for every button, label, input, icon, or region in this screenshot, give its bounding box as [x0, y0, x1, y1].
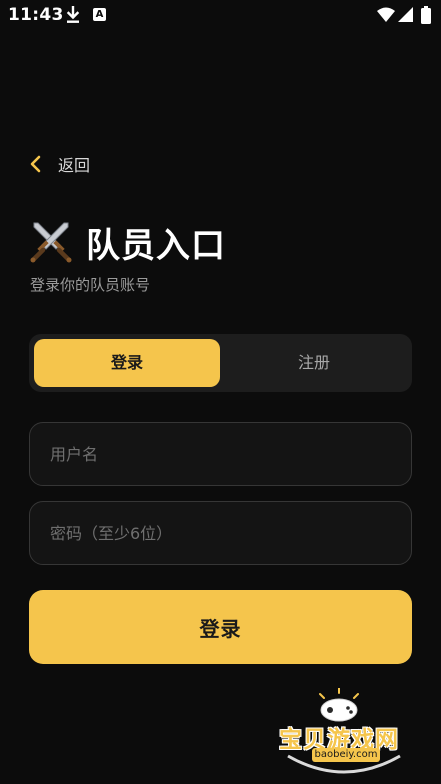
auth-mode-tabs: 登录 注册: [29, 334, 412, 392]
tab-register[interactable]: 注册: [221, 339, 407, 387]
tab-login[interactable]: 登录: [34, 339, 220, 387]
signal-icon: [398, 7, 413, 22]
watermark-arc: [287, 754, 401, 774]
back-button[interactable]: 返回: [28, 150, 90, 178]
page-title: 队员入口: [86, 225, 226, 266]
watermark: 宝贝游戏网 baobeiy.com: [264, 684, 414, 780]
chevron-left-icon: [30, 155, 41, 173]
crossed-swords-icon: [30, 222, 72, 263]
status-bar: 11:43 A: [0, 0, 441, 32]
login-submit-button[interactable]: 登录: [29, 590, 412, 664]
wifi-icon: [377, 7, 395, 22]
username-field-container: [29, 422, 412, 486]
text-badge-icon: A: [93, 8, 106, 21]
title-row: 队员入口: [28, 218, 226, 266]
back-label: 返回: [58, 156, 91, 175]
password-field-container: [29, 501, 412, 565]
status-time: 11:43: [8, 5, 64, 25]
login-screen: 11:43 A 返回 队员入口 登录你的队员账号 登录 注册 用户名 登录 宝贝…: [0, 0, 441, 784]
battery-icon: [421, 6, 431, 24]
page-subtitle: 登录你的队员账号: [30, 276, 151, 294]
gamepad-mascot-icon: [319, 688, 359, 722]
download-icon: [66, 6, 80, 23]
username-input[interactable]: [30, 423, 411, 485]
password-input[interactable]: [30, 502, 411, 564]
